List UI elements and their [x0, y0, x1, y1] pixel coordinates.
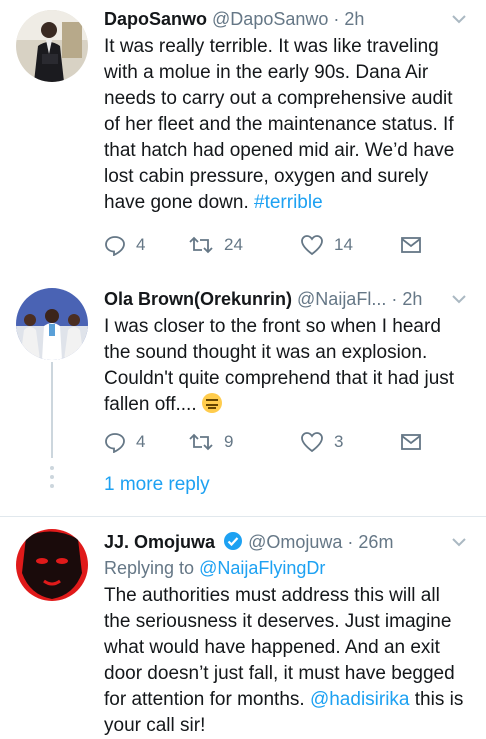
reply-button[interactable]: 4	[104, 428, 145, 456]
user-handle[interactable]: @Omojuwa	[248, 532, 342, 552]
verified-badge-icon	[223, 531, 243, 558]
retweet-button[interactable]: 9	[188, 428, 233, 456]
tweet-body: It was really terrible. It was like trav…	[104, 36, 455, 213]
separator-dot: ·	[347, 532, 354, 552]
chevron-down-icon[interactable]	[448, 529, 470, 555]
user-photo-icon	[16, 10, 88, 82]
timestamp[interactable]: 26m	[358, 532, 393, 552]
chevron-down-icon[interactable]	[448, 286, 470, 312]
reply-icon	[105, 236, 125, 256]
reply-button[interactable]: 4	[104, 231, 145, 259]
retweet-button[interactable]: 24	[188, 231, 243, 259]
tweet-jj-omojuwa[interactable]: JJ. Omojuwa @Omojuwa · 26m Replying to @…	[0, 517, 486, 739]
separator-dot: ·	[391, 289, 398, 309]
like-button[interactable]: 3	[300, 428, 343, 456]
tweet-body: I was closer to the front so when I hear…	[104, 316, 455, 415]
reply-count: 4	[136, 235, 146, 254]
reply-icon	[105, 433, 125, 453]
tweet-text: It was really terrible. It was like trav…	[104, 34, 470, 216]
user-handle[interactable]: @NaijaFl...	[297, 289, 386, 309]
tweet-header: Ola Brown(Orekunrin) @NaijaFl... · 2h	[104, 286, 470, 312]
envelope-icon	[401, 434, 421, 450]
tweet-header: JJ. Omojuwa @Omojuwa · 26m	[104, 529, 470, 555]
hashtag-link[interactable]: #terrible	[254, 192, 323, 213]
group-photo-icon	[16, 288, 88, 360]
timestamp[interactable]: 2h	[402, 289, 422, 309]
timestamp[interactable]: 2h	[344, 9, 364, 29]
avatar-ola-brown[interactable]	[16, 288, 88, 360]
retweet-count: 9	[224, 432, 234, 451]
replying-to: Replying to @NaijaFlyingDr	[104, 555, 470, 581]
reply-count: 4	[136, 432, 146, 451]
heart-icon	[301, 235, 323, 256]
separator-dot: ·	[333, 9, 340, 29]
heart-icon	[301, 432, 323, 453]
like-button[interactable]: 14	[300, 231, 353, 259]
replying-to-label: Replying to	[104, 558, 195, 578]
tweet-text: The authorities must address this will a…	[104, 583, 470, 739]
mention-link[interactable]: @hadisirika	[310, 689, 410, 710]
like-count: 3	[334, 432, 344, 451]
envelope-icon	[401, 237, 421, 253]
red-portrait-icon	[16, 529, 88, 601]
avatar-jj-omojuwa[interactable]	[16, 529, 88, 601]
retweet-icon	[189, 433, 213, 451]
tweet-ola-brown[interactable]: Ola Brown(Orekunrin) @NaijaFl... · 2h I …	[0, 270, 486, 516]
tweet-header: DapoSanwo @DapoSanwo · 2h	[104, 6, 470, 32]
reply-to-handle[interactable]: @NaijaFlyingDr	[199, 558, 325, 578]
tweet-actions: 4 24 14	[104, 231, 470, 259]
dm-share-button[interactable]	[400, 428, 422, 456]
expressionless-face-icon	[201, 393, 222, 413]
user-handle[interactable]: @DapoSanwo	[212, 9, 328, 29]
thread-dots	[50, 466, 54, 493]
more-replies-link[interactable]: 1 more reply	[104, 472, 210, 498]
tweet-dapo-sanwo[interactable]: DapoSanwo @DapoSanwo · 2h It was really …	[0, 0, 486, 270]
like-count: 14	[334, 235, 353, 254]
retweet-count: 24	[224, 235, 243, 254]
avatar-dapo-sanwo[interactable]	[16, 10, 88, 82]
display-name[interactable]: Ola Brown(Orekunrin)	[104, 289, 292, 309]
thread-line	[51, 362, 53, 458]
tweet-text: I was closer to the front so when I hear…	[104, 314, 470, 418]
display-name[interactable]: DapoSanwo	[104, 9, 207, 29]
chevron-down-icon[interactable]	[448, 6, 470, 32]
tweet-actions: 4 9 3	[104, 428, 470, 456]
display-name[interactable]: JJ. Omojuwa	[104, 532, 215, 552]
dm-share-button[interactable]	[400, 231, 422, 259]
retweet-icon	[189, 236, 213, 254]
